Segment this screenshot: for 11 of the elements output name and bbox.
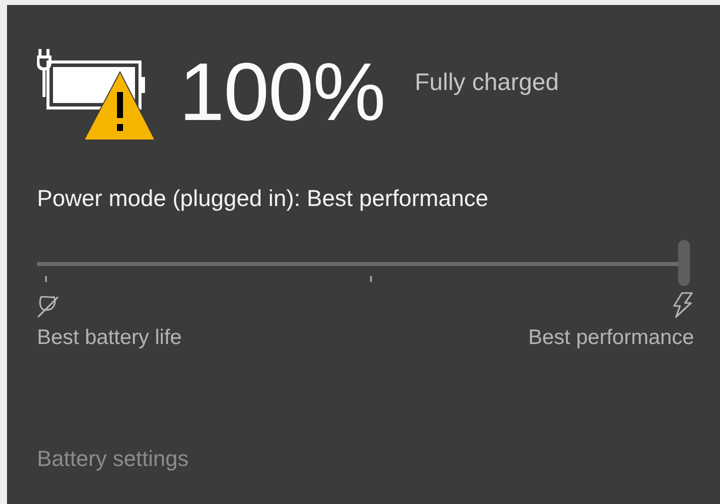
power-mode-slider[interactable] [37,242,690,288]
battery-settings-link[interactable]: Battery settings [37,446,189,472]
tick-mark [45,276,47,282]
power-mode-label: Power mode (plugged in): Best performance [37,185,490,212]
battery-percentage: 100% [179,52,385,134]
lightning-icon [670,292,694,318]
tick-mark [370,276,372,282]
slider-thumb[interactable] [678,240,690,286]
battery-status: Fully charged [414,69,559,97]
slider-min-label: Best battery life [37,326,182,350]
slider-max-label: Best performance [528,326,694,350]
